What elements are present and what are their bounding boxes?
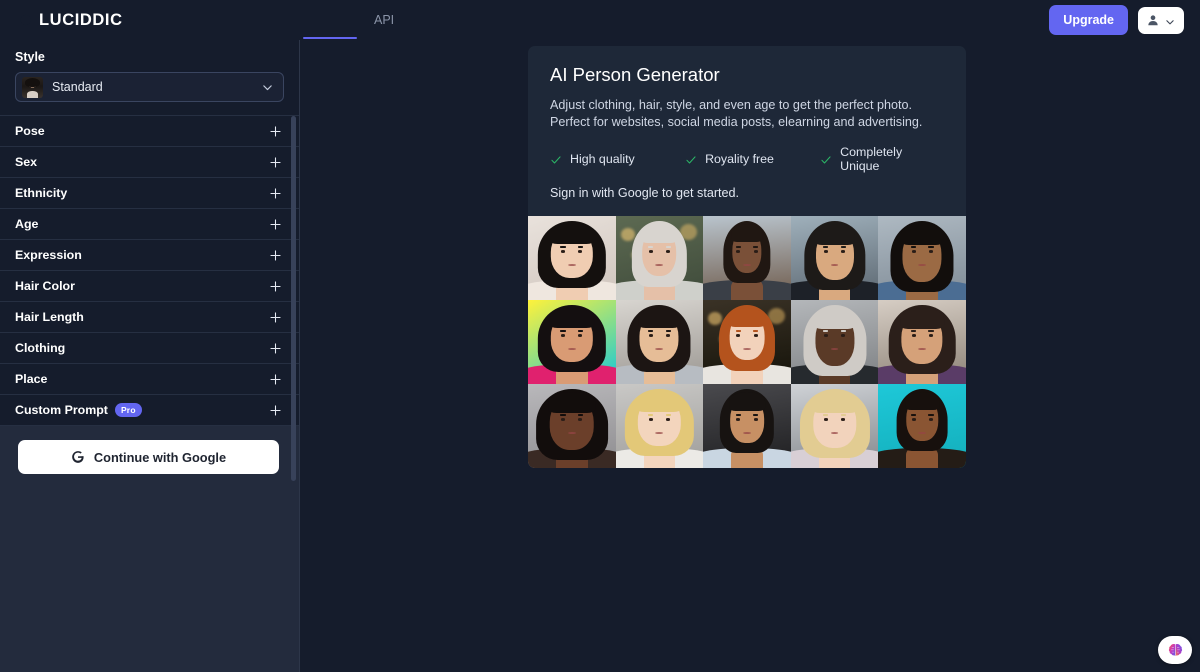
- sidebar-section-custom-prompt[interactable]: Custom Prompt Pro: [0, 395, 299, 426]
- plus-icon[interactable]: [269, 373, 282, 386]
- plus-icon[interactable]: [269, 342, 282, 355]
- style-selected-value: Standard: [52, 80, 103, 94]
- top-bar-actions: Upgrade: [1049, 5, 1200, 35]
- chevron-down-icon: [1165, 15, 1175, 25]
- sidebar-scrollbar-thumb[interactable]: [291, 116, 296, 481]
- top-bar: LUCIDDIC API Upgrade: [0, 0, 1200, 40]
- check-icon: [550, 153, 562, 165]
- gallery-image: [790, 300, 879, 384]
- app-root: LUCIDDIC API Upgrade Style Standard Pose…: [0, 0, 1200, 672]
- style-label: Style: [15, 50, 45, 64]
- plus-icon[interactable]: [269, 249, 282, 262]
- pro-badge: Pro: [114, 403, 142, 417]
- sample-image-grid: [528, 216, 966, 468]
- sidebar-section-ethnicity[interactable]: Ethnicity: [0, 178, 299, 209]
- portrait-thumbnail-icon: [22, 76, 43, 98]
- sidebar-section-label: Hair Length: [15, 310, 84, 324]
- chevron-down-icon: [261, 81, 274, 94]
- sidebar-section-label: Custom Prompt: [15, 403, 108, 417]
- card-description: Adjust clothing, hair, style, and even a…: [550, 98, 923, 129]
- sidebar-section-label: Hair Color: [15, 279, 75, 293]
- check-icon: [820, 153, 832, 165]
- gallery-image: [878, 216, 966, 300]
- body-row: Style Standard Pose Sex Ethnicity Age Expres…: [0, 40, 1200, 672]
- feature-item: High quality: [550, 152, 685, 166]
- header-tabs: API: [300, 0, 408, 40]
- gallery-image: [703, 300, 791, 384]
- gallery-image: [790, 384, 879, 468]
- sidebar-section-label: Age: [15, 217, 39, 231]
- plus-icon[interactable]: [269, 156, 282, 169]
- brand-name: LUCIDDIC: [39, 10, 123, 29]
- gallery-image: [703, 216, 791, 300]
- sidebar-section-label: Place: [15, 372, 48, 386]
- feature-label: Royality free: [705, 152, 774, 166]
- sidebar-section-pose[interactable]: Pose: [0, 116, 299, 147]
- person-icon: [1147, 14, 1159, 26]
- gallery-image: [703, 384, 791, 468]
- sidebar-section-hair-length[interactable]: Hair Length: [0, 302, 299, 333]
- google-button-label: Continue with Google: [93, 449, 227, 465]
- tab-api-label: API: [374, 13, 395, 27]
- signin-note: Sign in with Google to get started.: [550, 186, 740, 200]
- product-card: AI Person Generator Adjust clothing, hai…: [528, 46, 966, 468]
- plus-icon[interactable]: [269, 404, 282, 417]
- gallery-image: [615, 300, 704, 384]
- feature-label: High quality: [570, 152, 635, 166]
- sidebar-section-age[interactable]: Age: [0, 209, 299, 240]
- plus-icon[interactable]: [269, 125, 282, 138]
- style-section: Style Standard: [0, 40, 299, 115]
- plus-icon[interactable]: [269, 218, 282, 231]
- continue-with-google-button[interactable]: Continue with Google: [18, 440, 279, 474]
- brain-icon: [1168, 643, 1182, 656]
- tab-api[interactable]: API: [360, 0, 408, 40]
- plus-icon[interactable]: [269, 280, 282, 293]
- sidebar-section-place[interactable]: Place: [0, 364, 299, 395]
- sidebar-section-label: Ethnicity: [15, 186, 68, 200]
- sidebar-section-clothing[interactable]: Clothing: [0, 333, 299, 364]
- feature-list: High quality Royality free Completely Uniq…: [550, 145, 944, 173]
- gallery-image: [878, 300, 966, 384]
- sidebar-section-label: Pose: [15, 124, 45, 138]
- filters-accordion: Pose Sex Ethnicity Age Expression Hair Color H…: [0, 115, 299, 481]
- google-g-icon: [71, 450, 85, 464]
- gallery-image: [528, 384, 616, 468]
- brand-logo[interactable]: LUCIDDIC: [0, 0, 300, 40]
- feature-item: Royality free: [685, 152, 820, 166]
- gallery-image: [615, 384, 704, 468]
- gallery-image: [528, 300, 616, 384]
- gallery-image: [615, 216, 704, 300]
- plus-icon[interactable]: [269, 311, 282, 324]
- sidebar-section-sex[interactable]: Sex: [0, 147, 299, 178]
- plus-icon[interactable]: [269, 187, 282, 200]
- sidebar: Style Standard Pose Sex Ethnicity Age Expres…: [0, 40, 300, 672]
- feature-label: Completely Unique: [840, 145, 903, 173]
- gallery-image: [528, 216, 616, 300]
- upgrade-button[interactable]: Upgrade: [1049, 5, 1128, 35]
- main-content: AI Person Generator Adjust clothing, hai…: [300, 40, 1200, 672]
- sidebar-section-label: Expression: [15, 248, 82, 262]
- crescent-moon-icon: [16, 12, 32, 28]
- gallery-image: [878, 384, 966, 468]
- google-signin-wrap: Continue with Google: [0, 426, 299, 474]
- sidebar-section-expression[interactable]: Expression: [0, 240, 299, 271]
- sidebar-scrollbar[interactable]: [291, 116, 296, 481]
- sidebar-section-hair-color[interactable]: Hair Color: [0, 271, 299, 302]
- sidebar-section-label: Clothing: [15, 341, 66, 355]
- tab-home[interactable]: [300, 0, 360, 40]
- account-menu-button[interactable]: [1138, 6, 1184, 34]
- ai-assistant-button[interactable]: [1158, 636, 1192, 664]
- gallery-image: [790, 216, 879, 300]
- feature-item: Completely Unique: [820, 145, 944, 173]
- page-title: AI Person Generator: [550, 64, 720, 85]
- sidebar-section-label: Sex: [15, 155, 38, 169]
- style-dropdown[interactable]: Standard: [15, 72, 284, 102]
- card-body: AI Person Generator Adjust clothing, hai…: [528, 46, 966, 216]
- check-icon: [685, 153, 697, 165]
